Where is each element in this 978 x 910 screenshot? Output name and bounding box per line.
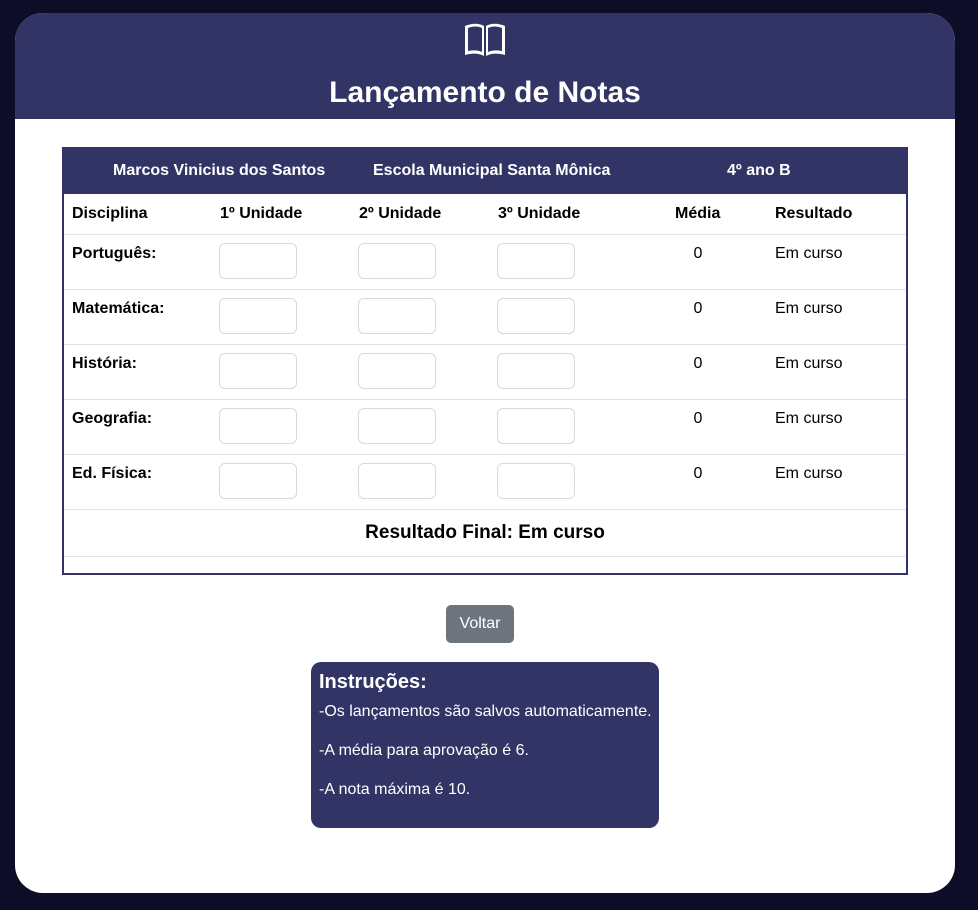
final-result-row: Resultado Final: Em curso [64,510,906,557]
grades-table: Marcos Vinicius dos Santos Escola Munici… [62,147,908,575]
average-value: 0 [693,300,703,317]
class-name: 4º ano B [727,162,791,179]
grade-input-unit-1[interactable] [219,298,297,334]
grade-input-unit-2[interactable] [358,408,436,444]
page-header: Lançamento de Notas [15,13,955,119]
grade-input-unit-1[interactable] [219,463,297,499]
grade-input-unit-2[interactable] [358,353,436,389]
grade-input-unit-3[interactable] [497,463,575,499]
column-header: Resultado [775,205,853,222]
grade-input-unit-2[interactable] [358,463,436,499]
grade-input-unit-1[interactable] [219,353,297,389]
table-row: Português: 0 Em curso [64,235,906,290]
average-value: 0 [693,355,703,372]
average-value: 0 [693,410,703,427]
result-value: Em curso [775,410,843,427]
final-result: Resultado Final: Em curso [365,522,605,543]
column-header: 2º Unidade [359,205,442,222]
subject-label: Geografia: [72,410,153,427]
average-value: 0 [693,245,703,262]
subject-label: Matemática: [72,300,165,317]
result-value: Em curso [775,355,843,372]
page-title: Lançamento de Notas [329,76,641,109]
instructions-title: Instruções: [319,671,427,693]
column-header: Disciplina [72,205,148,222]
grade-input-unit-2[interactable] [358,298,436,334]
result-value: Em curso [775,245,843,262]
table-row: Ed. Física: 0 Em curso [64,455,906,510]
table-row: Matemática: 0 Em curso [64,290,906,345]
student-name: Marcos Vinicius dos Santos [113,162,326,179]
grade-input-unit-3[interactable] [497,298,575,334]
subject-label: Português: [72,245,157,262]
instructions-box: Instruções: -Os lançamentos são salvos a… [311,662,659,828]
average-value: 0 [693,465,703,482]
main-card: Lançamento de Notas Marcos Vinicius dos … [15,13,955,893]
instruction-item: -A média para aprovação é 6. [319,742,529,759]
back-button[interactable]: Voltar [446,605,514,643]
subject-label: História: [72,355,137,372]
column-header: Média [675,205,721,222]
grade-input-unit-3[interactable] [497,408,575,444]
column-header: 3º Unidade [498,205,581,222]
table-row: Geografia: 0 Em curso [64,400,906,455]
instruction-item: -A nota máxima é 10. [319,781,471,798]
subject-label: Ed. Física: [72,465,153,482]
grade-input-unit-3[interactable] [497,243,575,279]
table-header: Disciplina 1º Unidade 2º Unidade 3º Unid… [64,194,906,235]
instruction-item: -Os lançamentos são salvos automaticamen… [319,703,652,720]
grade-input-unit-1[interactable] [219,243,297,279]
column-header: 1º Unidade [220,205,303,222]
result-value: Em curso [775,300,843,317]
table-row: História: 0 Em curso [64,345,906,400]
school-name: Escola Municipal Santa Mônica [373,162,611,179]
grade-input-unit-1[interactable] [219,408,297,444]
grade-input-unit-3[interactable] [497,353,575,389]
student-info-bar: Marcos Vinicius dos Santos Escola Munici… [64,149,906,194]
grade-input-unit-2[interactable] [358,243,436,279]
result-value: Em curso [775,465,843,482]
book-open-icon [465,23,505,56]
